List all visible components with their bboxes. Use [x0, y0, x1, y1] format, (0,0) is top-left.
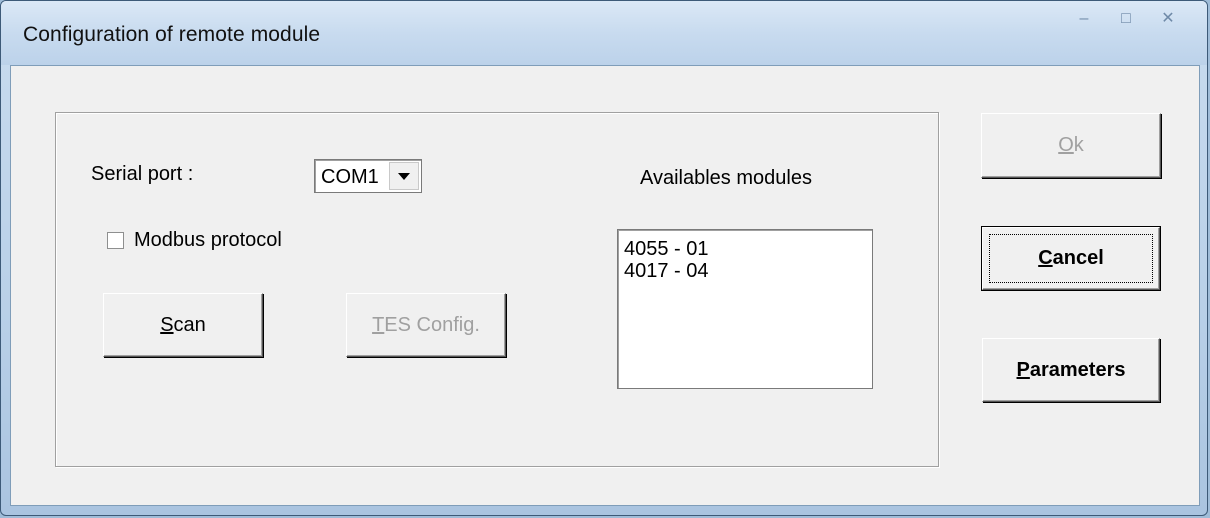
tes-label: ES Config. — [384, 313, 480, 336]
cancel-button[interactable]: Cancel — [982, 227, 1160, 290]
tes-config-button[interactable]: T ES Config. — [346, 293, 506, 357]
parameters-button[interactable]: Parameters — [982, 338, 1160, 402]
tes-mnemonic: T — [372, 313, 385, 336]
scan-mnemonic: S — [160, 313, 174, 336]
scan-button[interactable]: Scan — [103, 293, 263, 357]
dialog-window: Configuration of remote module – □ ✕ Ser… — [0, 0, 1208, 516]
ok-label: k — [1073, 134, 1084, 156]
focus-ring — [989, 234, 1153, 283]
list-item[interactable]: 4017 - 04 — [618, 260, 872, 282]
serial-port-label: Serial port : — [91, 163, 194, 185]
parameters-label: arameters — [1029, 358, 1126, 381]
ok-mnemonic: O — [1058, 134, 1074, 156]
close-icon[interactable]: ✕ — [1149, 9, 1187, 29]
maximize-icon[interactable]: □ — [1107, 9, 1145, 29]
serial-port-select[interactable]: COM1 — [314, 159, 422, 193]
window-title: Configuration of remote module — [23, 23, 321, 46]
modbus-checkbox[interactable] — [107, 232, 124, 249]
title-bar[interactable]: Configuration of remote module – □ ✕ — [1, 1, 1207, 65]
window-controls: – □ ✕ — [1065, 9, 1187, 29]
serial-port-value: COM1 — [321, 166, 379, 188]
modules-listbox[interactable]: 4055 - 01 4017 - 04 — [617, 229, 873, 389]
minimize-icon[interactable]: – — [1065, 9, 1103, 29]
chevron-down-icon[interactable] — [389, 162, 419, 190]
modules-header: Availables modules — [640, 167, 812, 189]
scan-label: can — [173, 313, 206, 336]
parameters-mnemonic: P — [1016, 358, 1030, 381]
ok-button[interactable]: Ok — [981, 113, 1161, 178]
list-item[interactable]: 4055 - 01 — [618, 238, 872, 260]
modbus-label: Modbus protocol — [134, 229, 282, 251]
dialog-client-area: Serial port : COM1 Modbus protocol Scan … — [10, 65, 1200, 506]
settings-group-box: Serial port : COM1 Modbus protocol Scan … — [55, 112, 939, 467]
